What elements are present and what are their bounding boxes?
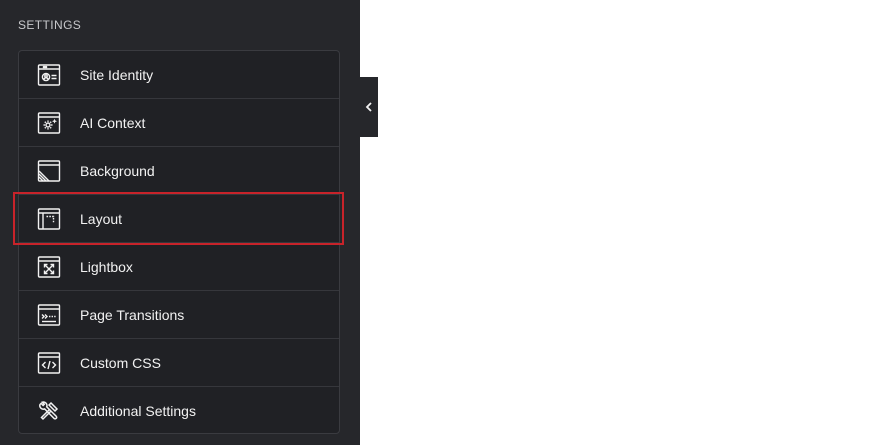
settings-item-label: Background <box>80 163 155 179</box>
settings-item-label: Page Transitions <box>80 307 185 323</box>
settings-item-label: Layout <box>80 211 123 227</box>
custom-css-icon <box>37 351 61 375</box>
layout-icon <box>37 207 61 231</box>
settings-item-label: Custom CSS <box>80 355 161 371</box>
ai-context-icon <box>37 111 61 135</box>
settings-item-layout[interactable]: Layout <box>19 195 339 243</box>
site-identity-icon <box>37 63 61 87</box>
settings-item-custom-css[interactable]: Custom CSS <box>19 339 339 387</box>
additional-settings-icon <box>37 399 61 423</box>
settings-panel: SETTINGS Site Identity AI Context Backgr… <box>0 0 360 445</box>
settings-item-background[interactable]: Background <box>19 147 339 195</box>
collapse-panel-button[interactable] <box>360 77 378 137</box>
settings-list: Site Identity AI Context Background Layo… <box>18 50 340 434</box>
settings-item-site-identity[interactable]: Site Identity <box>19 51 339 99</box>
settings-item-lightbox[interactable]: Lightbox <box>19 243 339 291</box>
settings-item-additional-settings[interactable]: Additional Settings <box>19 387 339 433</box>
chevron-left-icon <box>365 102 372 112</box>
settings-item-label: Site Identity <box>80 67 154 83</box>
lightbox-icon <box>37 255 61 279</box>
settings-item-label: Lightbox <box>80 259 133 275</box>
page-transitions-icon <box>37 303 61 327</box>
settings-item-page-transitions[interactable]: Page Transitions <box>19 291 339 339</box>
settings-item-label: AI Context <box>80 115 146 131</box>
section-title: SETTINGS <box>18 18 82 32</box>
settings-item-ai-context[interactable]: AI Context <box>19 99 339 147</box>
settings-item-label: Additional Settings <box>80 403 196 419</box>
background-icon <box>37 159 61 183</box>
